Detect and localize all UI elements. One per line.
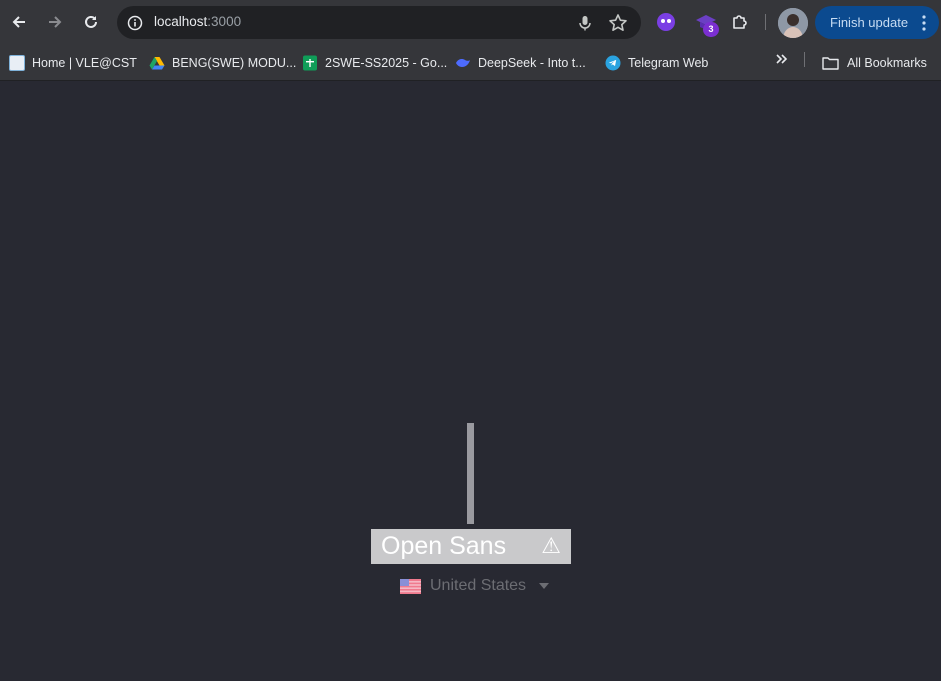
warning-icon: ⚠: [541, 534, 561, 559]
extensions-puzzle-icon[interactable]: [730, 12, 750, 32]
reload-icon: [85, 15, 97, 28]
telegram-icon: [605, 55, 621, 71]
back-arrow-icon: [12, 16, 25, 28]
forward-arrow-icon: [49, 16, 62, 28]
bookmark-label: Telegram Web: [628, 56, 709, 70]
bookmarks-bar: Home | VLE@CST BENG(SWE) MODU... 2SWE-SS…: [0, 45, 941, 81]
finish-update-button[interactable]: Finish update: [815, 6, 939, 39]
deepseek-icon: [456, 59, 470, 67]
dropdown-caret-icon: [539, 583, 550, 589]
us-flag-icon: [400, 578, 421, 594]
url-text[interactable]: localhost:3000: [154, 14, 241, 29]
font-preview-badge[interactable]: Open Sans ⚠: [371, 529, 571, 564]
folder-icon: [822, 57, 839, 70]
bookmark-2swe-sheet[interactable]: 2SWE-SS2025 - Go...: [302, 52, 447, 74]
font-name: Open Sans: [381, 532, 507, 560]
google-drive-icon: [149, 57, 165, 70]
site-info-icon[interactable]: [124, 12, 145, 33]
url-port: :3000: [207, 14, 242, 29]
bookmark-star-icon[interactable]: [607, 12, 629, 34]
back-button[interactable]: [5, 8, 33, 36]
vle-favicon: [9, 55, 25, 71]
browser-toolbar: localhost:3000 3 Finish update: [0, 0, 941, 45]
bookmarks-overflow-chevron-icon[interactable]: [774, 51, 790, 67]
bookmark-label: 2SWE-SS2025 - Go...: [325, 56, 448, 70]
locale-selector[interactable]: United States: [400, 576, 550, 596]
all-bookmarks-button[interactable]: All Bookmarks: [822, 52, 927, 74]
bookmarks-divider: [804, 52, 805, 67]
reload-button[interactable]: [77, 8, 105, 36]
extension-ghost-icon[interactable]: [655, 11, 677, 33]
bookmark-label: DeepSeek - Into t...: [478, 56, 586, 70]
toolbar-divider: [765, 14, 766, 30]
all-bookmarks-label: All Bookmarks: [847, 56, 927, 70]
text-cursor-bar: [467, 423, 474, 524]
extension-badge-count: 3: [703, 22, 719, 37]
bookmark-label: Home | VLE@CST: [32, 56, 137, 70]
bookmark-deepseek[interactable]: DeepSeek - Into t...: [455, 52, 586, 74]
bookmark-telegram-web[interactable]: Telegram Web: [605, 52, 708, 74]
bookmark-beng-modules[interactable]: BENG(SWE) MODU...: [149, 52, 296, 74]
finish-update-label: Finish update: [830, 15, 909, 30]
forward-button[interactable]: [41, 8, 69, 36]
profile-avatar[interactable]: [778, 8, 808, 38]
more-vert-icon: [922, 15, 926, 31]
google-sheets-icon: [303, 55, 317, 71]
address-bar[interactable]: localhost:3000: [117, 6, 641, 39]
url-host: localhost: [154, 14, 208, 29]
voice-search-icon[interactable]: [575, 13, 595, 33]
locale-country-label: United States: [430, 577, 527, 594]
bookmark-label: BENG(SWE) MODU...: [172, 56, 297, 70]
bookmark-home-vle[interactable]: Home | VLE@CST: [9, 52, 137, 74]
